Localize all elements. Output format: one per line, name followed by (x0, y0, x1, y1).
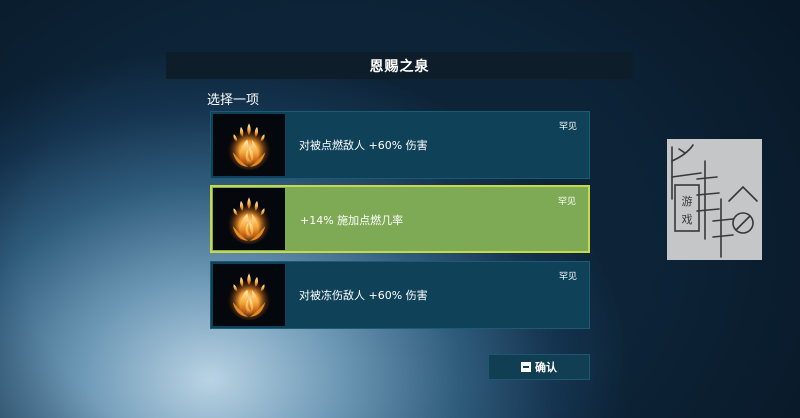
option-description: 对被冻伤敌人 +60% 伤害 (299, 289, 428, 302)
watermark-logo-mark: 游 戏 (671, 144, 758, 258)
dialog-title: 恩赐之泉 (369, 58, 430, 75)
option-rarity: 罕见 (558, 122, 577, 132)
keyboard-key-icon (521, 362, 531, 372)
ignite-fire-icon (222, 268, 276, 322)
option-rarity: 罕见 (558, 272, 577, 282)
watermark-text-2: 戏 (682, 213, 693, 226)
option-description: 对被点燃敌人 +60% 伤害 (299, 139, 428, 152)
dialog-subtitle: 选择一项 (207, 93, 260, 108)
watermark-logo: 游 戏 (667, 139, 762, 260)
title-bar: 恩赐之泉 (166, 52, 633, 79)
option-icon-frame (213, 264, 285, 326)
option-icon-frame (213, 114, 285, 176)
ignite-fire-icon (222, 192, 276, 246)
watermark-text-1: 游 (682, 195, 693, 208)
confirm-button[interactable]: 确认 (488, 354, 590, 380)
option-description: +14% 施加点燃几率 (300, 214, 404, 227)
confirm-label: 确认 (535, 361, 557, 374)
option-card-2-selected[interactable]: +14% 施加点燃几率 罕见 (210, 185, 590, 253)
option-card-3[interactable]: 对被冻伤敌人 +60% 伤害 罕见 (210, 261, 590, 329)
option-rarity: 罕见 (557, 197, 576, 207)
ignite-fire-icon (222, 118, 276, 172)
option-card-1[interactable]: 对被点燃敌人 +60% 伤害 罕见 (210, 111, 590, 179)
option-icon-frame (213, 188, 285, 250)
